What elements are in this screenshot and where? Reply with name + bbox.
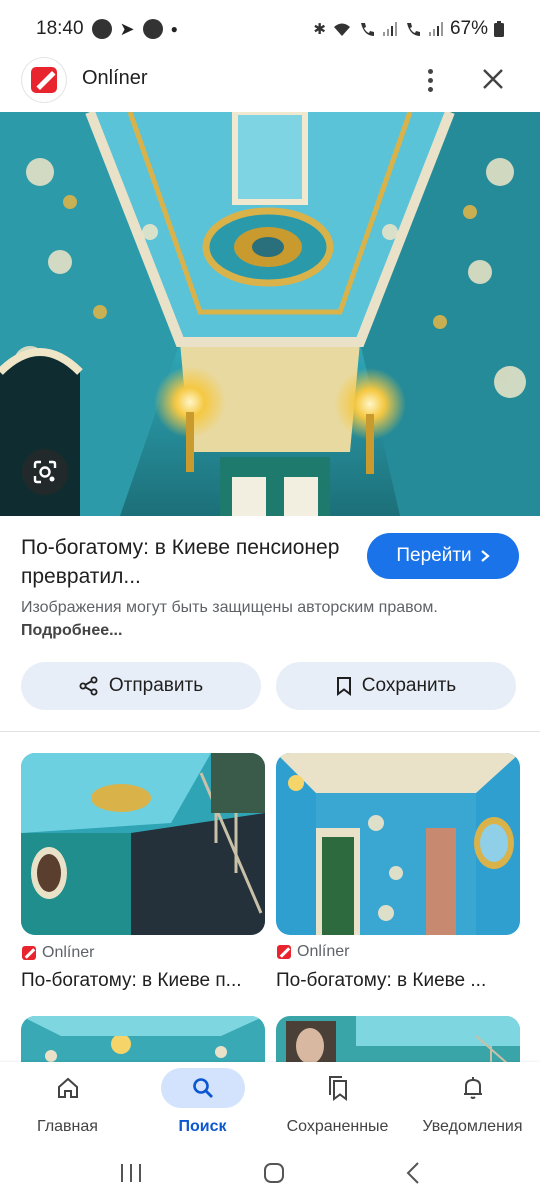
home-icon [57, 1077, 78, 1098]
share-button[interactable]: Отправить [21, 662, 261, 710]
source-name: Onlíner [42, 944, 95, 961]
more-options-button[interactable] [416, 64, 444, 96]
screen: 18:40 ➤ ● ✱ 67% Onlíner По-богатому: в К… [0, 0, 540, 1200]
divider [0, 731, 540, 732]
status-bar: 18:40 ➤ ● ✱ 67% [0, 0, 540, 58]
nav-search-label: Поиск [178, 1118, 227, 1135]
save-label: Сохранить [361, 675, 457, 696]
source-header: Onlíner [0, 56, 540, 112]
share-icon [79, 676, 98, 696]
nav-saved-label: Сохраненные [286, 1118, 389, 1135]
related-image-2[interactable] [276, 753, 520, 935]
onliner-logo-icon [31, 67, 57, 93]
battery-percent: 67% [449, 18, 488, 39]
bottom-navigation: Главная Поиск Сохраненные Уведомления [0, 1062, 540, 1146]
related-source-2[interactable]: Onlíner [277, 943, 349, 961]
nav-notifications[interactable]: Уведомления [405, 1062, 540, 1146]
related-image-1[interactable] [21, 753, 265, 935]
nav-home[interactable]: Главная [0, 1062, 135, 1146]
nav-search[interactable]: Поиск [135, 1062, 270, 1146]
dot [427, 68, 433, 74]
visit-button-label: Перейти [396, 545, 472, 566]
related-title-2[interactable]: По-богатому: в Киеве ... [276, 970, 522, 992]
telegram-icon: ➤ [119, 18, 135, 39]
related-source-1[interactable]: Onlíner [22, 944, 94, 962]
wifi-calling-2-icon [406, 23, 420, 36]
messenger-icon [142, 19, 163, 39]
system-navigation [0, 1146, 540, 1200]
onliner-logo-icon [22, 946, 36, 960]
dot-icon: ● [170, 22, 178, 36]
back-icon[interactable] [405, 1161, 421, 1185]
preview-image[interactable] [0, 112, 540, 516]
search-icon [192, 1078, 213, 1098]
learn-more-link[interactable]: Подробнее... [21, 622, 122, 639]
saved-icon [328, 1076, 347, 1101]
google-lens-button[interactable] [22, 449, 68, 495]
copyright-text: Изображения могут быть защищены авторски… [21, 599, 438, 616]
signal-icon [382, 22, 397, 36]
onliner-logo-icon [277, 945, 291, 959]
result-title[interactable]: По-богатому: в Киеве пенсионер превратил… [21, 533, 341, 591]
source-name: Onlíner [297, 943, 350, 960]
status-time: 18:40 [36, 18, 84, 39]
wifi-icon [333, 23, 350, 36]
home-button-icon[interactable] [262, 1161, 286, 1185]
dot [427, 77, 433, 83]
ornate-ceiling-image [0, 112, 540, 516]
nav-home-label: Главная [37, 1118, 98, 1135]
dot [427, 86, 433, 92]
site-logo[interactable] [22, 58, 66, 102]
save-button[interactable]: Сохранить [276, 662, 516, 710]
chevron-right-icon [480, 550, 490, 562]
messenger-icon [91, 19, 112, 39]
signal-icon [428, 22, 443, 36]
bluetooth-icon: ✱ [313, 21, 326, 38]
lens-icon [33, 460, 57, 484]
nav-notifications-label: Уведомления [422, 1118, 523, 1135]
battery-icon [494, 21, 504, 37]
close-icon [483, 69, 503, 89]
wifi-calling-icon [360, 23, 374, 36]
copyright-notice: Изображения могут быть защищены авторски… [21, 596, 441, 642]
site-name[interactable]: Onlíner [82, 67, 148, 90]
share-label: Отправить [108, 675, 204, 696]
bell-icon [463, 1077, 482, 1099]
bookmark-icon [336, 677, 351, 696]
close-button[interactable] [478, 62, 508, 96]
related-title-1[interactable]: По-богатому: в Киеве п... [21, 970, 267, 992]
staircase-image [21, 753, 265, 935]
corridor-image [276, 753, 520, 935]
recent-apps-icon[interactable] [119, 1162, 143, 1184]
visit-button[interactable]: Перейти [367, 533, 519, 579]
nav-saved[interactable]: Сохраненные [270, 1062, 405, 1146]
